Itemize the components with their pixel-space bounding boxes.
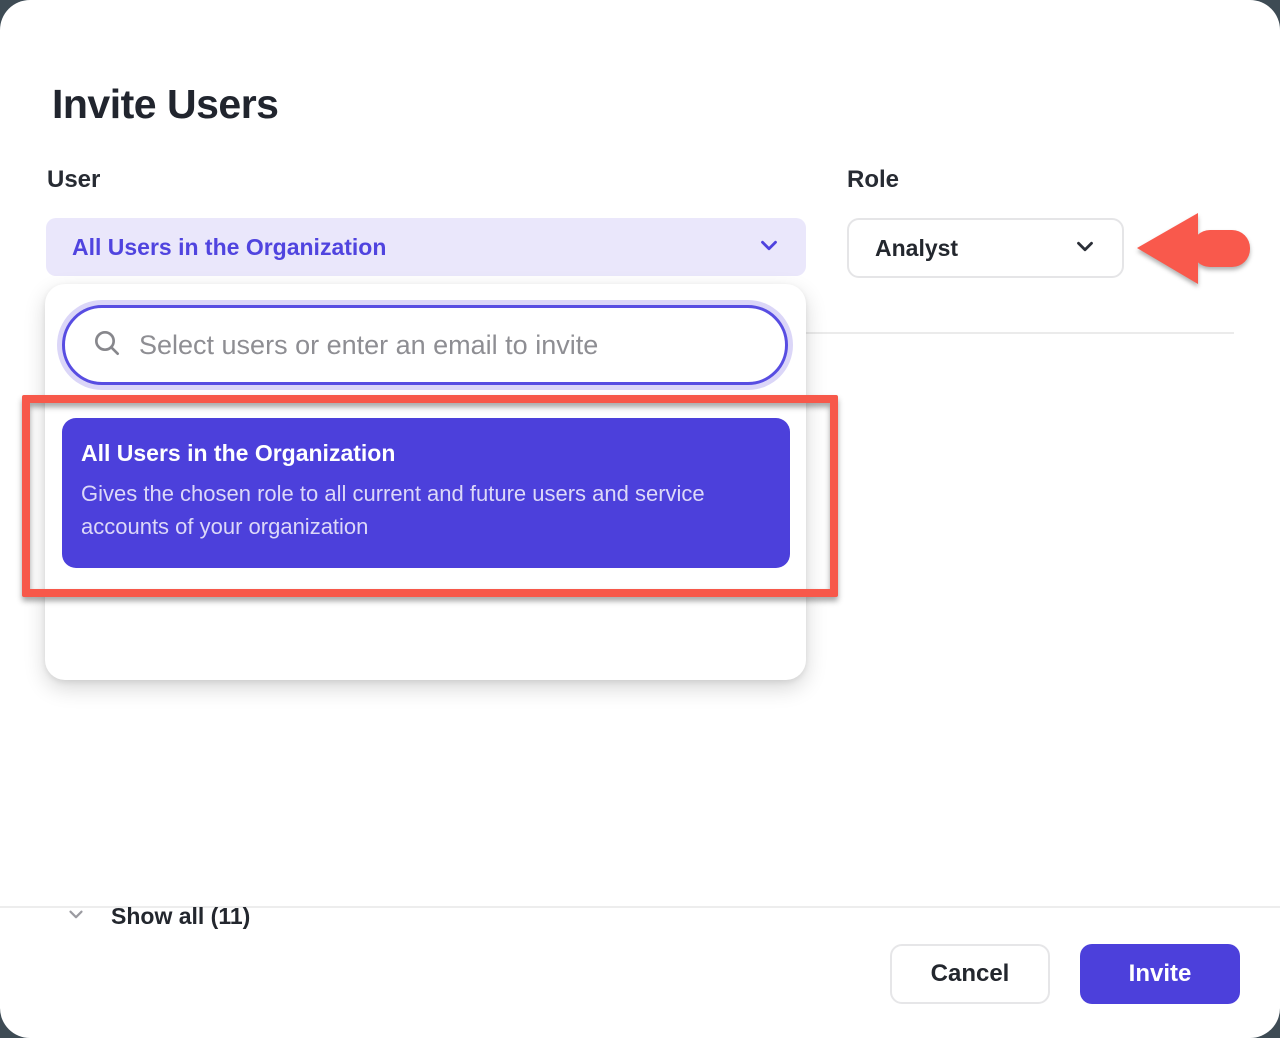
option-all-users[interactable]: All Users in the Organization Gives the … [62, 418, 790, 568]
option-description: Gives the chosen role to all current and… [81, 477, 761, 543]
chevron-down-icon [65, 903, 87, 930]
invite-button[interactable]: Invite [1080, 944, 1240, 1004]
user-search-box [62, 305, 788, 385]
chevron-down-icon [1072, 233, 1098, 264]
chevron-down-icon [756, 232, 782, 263]
show-all-label: Show all (11) [111, 903, 250, 930]
user-select-trigger[interactable]: All Users in the Organization [46, 218, 806, 276]
user-field-label: User [47, 166, 100, 194]
role-field-label: Role [847, 166, 899, 194]
search-input[interactable] [137, 329, 761, 362]
invite-users-modal: Invite Users User Role All Users in the … [0, 0, 1280, 1038]
cancel-button[interactable]: Cancel [890, 944, 1050, 1004]
option-title: All Users in the Organization [81, 440, 770, 467]
page-title: Invite Users [52, 81, 278, 128]
search-icon [91, 327, 123, 364]
user-dropdown-panel: All Users in the Organization Gives the … [45, 284, 806, 680]
show-all-toggle[interactable]: Show all (11) [65, 894, 250, 938]
role-select-trigger[interactable]: Analyst [847, 218, 1124, 278]
user-select-value: All Users in the Organization [72, 234, 386, 261]
role-select-value: Analyst [875, 235, 958, 262]
arrow-left-annotation-icon [1134, 210, 1254, 293]
